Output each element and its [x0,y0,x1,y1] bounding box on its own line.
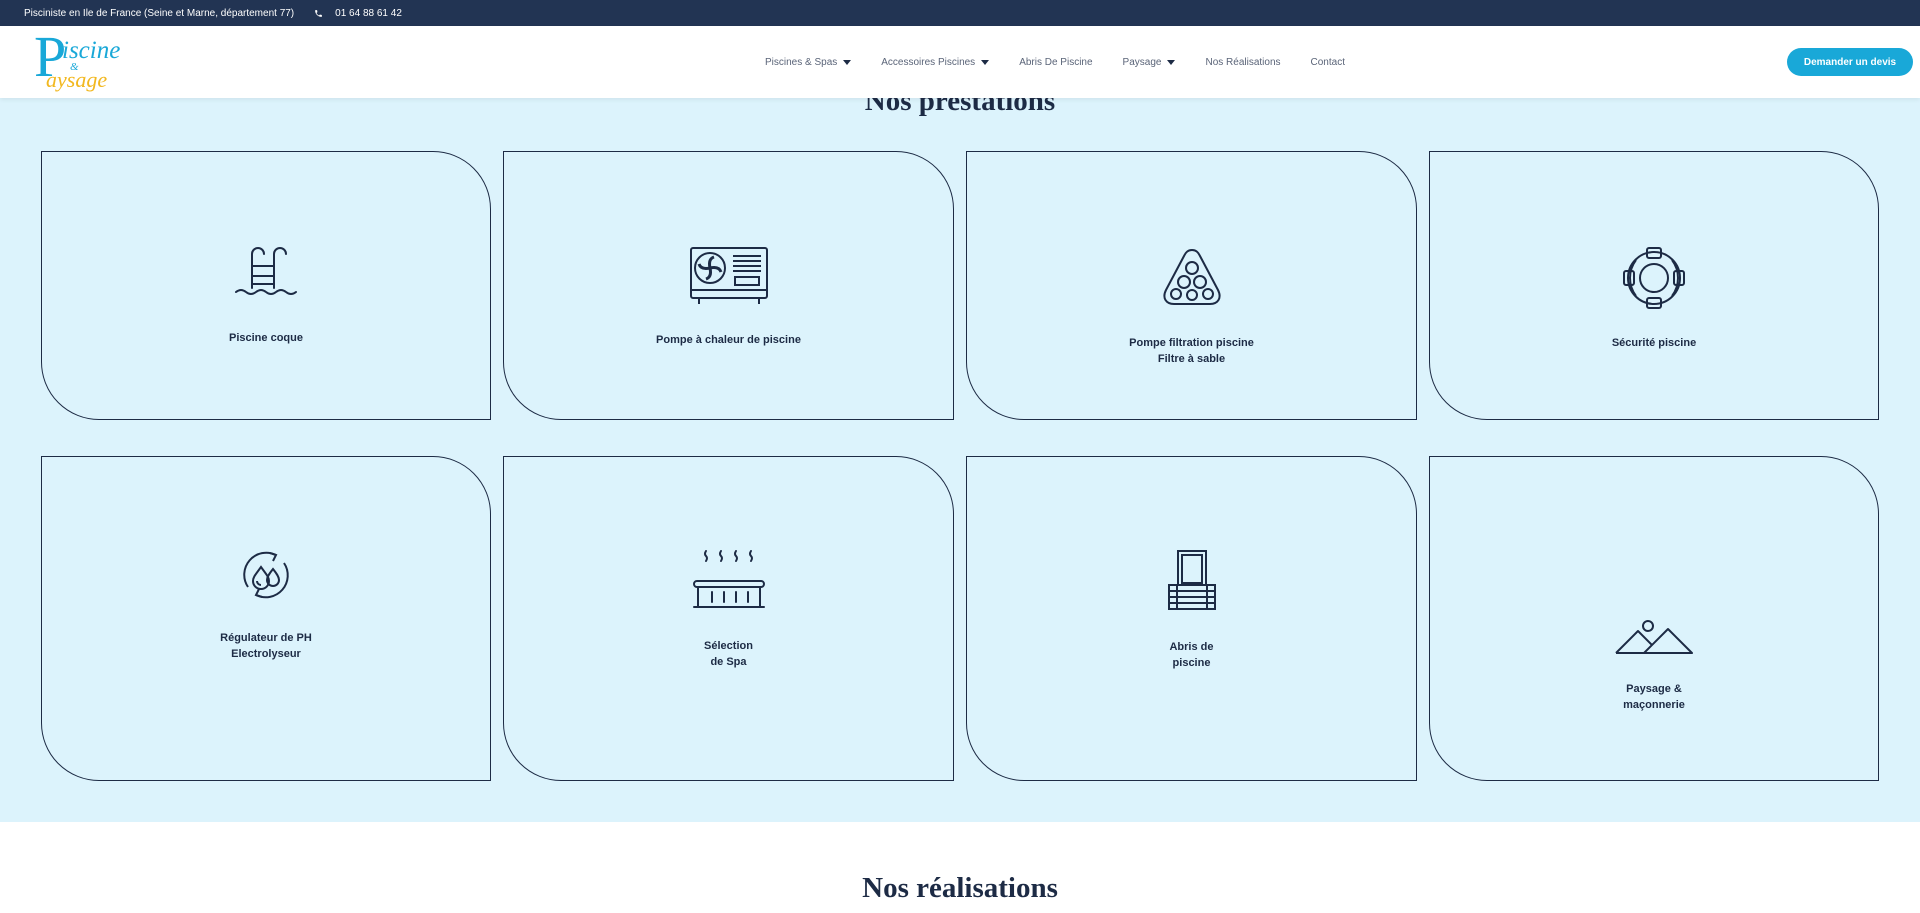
service-label: Pompe filtration piscine Filtre à sable [1129,337,1254,365]
nav-item-label: Paysage [1122,56,1162,68]
service-card-spa[interactable]: Sélection de Spa [503,456,954,781]
service-card-abris[interactable]: Abris de piscine [966,456,1417,781]
nav-item-piscines-spas[interactable]: Piscines & Spas [765,56,852,68]
service-label: Abris de piscine [1169,641,1214,669]
landscape-icon [1615,620,1693,654]
service-label: Piscine coque [229,332,303,344]
service-card-securite[interactable]: Sécurité piscine [1429,151,1879,420]
ph-regulator-icon [243,551,289,599]
site-header: P iscine & aysage Piscines & Spas Access… [0,26,1920,98]
caret-down-icon [843,59,852,65]
service-label: Régulateur de PH Electrolyseur [220,632,312,660]
nav-item-realisations[interactable]: Nos Réalisations [1205,57,1280,68]
nav-item-label: Piscines & Spas [765,56,838,68]
pool-shelter-icon [1167,550,1216,610]
nav-item-paysage[interactable]: Paysage [1123,57,1176,68]
nav-item-accessoires[interactable]: Accessoires Piscines [881,56,990,68]
nav-item-abris[interactable]: Abris De Piscine [1019,57,1092,68]
service-card-piscine-coque[interactable]: Piscine coque [41,151,491,420]
caret-down-icon [1167,59,1176,65]
nav-item-label: Abris De Piscine [1019,56,1093,68]
service-card-paysage[interactable]: Paysage & maçonnerie [1429,456,1879,781]
phone-link[interactable]: 01 64 88 61 42 [314,8,402,19]
phone-number: 01 64 88 61 42 [335,7,402,19]
logo-word-2: aysage [46,67,108,92]
top-bar: Pisciniste en Ile de France (Seine et Ma… [0,0,1920,26]
service-card-regulateur-ph[interactable]: Régulateur de PH Electrolyseur [41,456,491,781]
pool-ladder-icon [235,247,297,295]
site-logo[interactable]: P iscine & aysage [34,28,126,94]
lifebuoy-icon [1623,247,1685,309]
nav-item-label: Nos Réalisations [1205,56,1281,68]
main-nav: Piscines & Spas Accessoires Piscines Abr… [765,26,1375,98]
service-label: Pompe à chaleur de piscine [656,334,801,346]
service-label: Sélection de Spa [704,640,753,668]
service-card-pompe-filtration[interactable]: Pompe filtration piscine Filtre à sable [966,151,1417,420]
service-label: Sécurité piscine [1611,337,1697,349]
spa-icon [692,550,765,608]
phone-icon [315,9,323,17]
service-label: Paysage & maçonnerie [1623,683,1685,711]
tagline: Pisciniste en Ile de France (Seine et Ma… [24,7,295,19]
logo-word-1: iscine [62,37,121,64]
nav-item-contact[interactable]: Contact [1311,57,1345,68]
realisations-title: Nos réalisations [862,872,1058,904]
nav-item-label: Contact [1310,56,1345,68]
nav-item-label: Accessoires Piscines [881,56,976,68]
request-quote-button[interactable]: Demander un devis [1787,48,1913,76]
heat-pump-icon [689,247,768,304]
service-card-pompe-chaleur[interactable]: Pompe à chaleur de piscine [503,151,954,420]
caret-down-icon [981,59,990,65]
sand-filter-icon [1162,248,1221,305]
